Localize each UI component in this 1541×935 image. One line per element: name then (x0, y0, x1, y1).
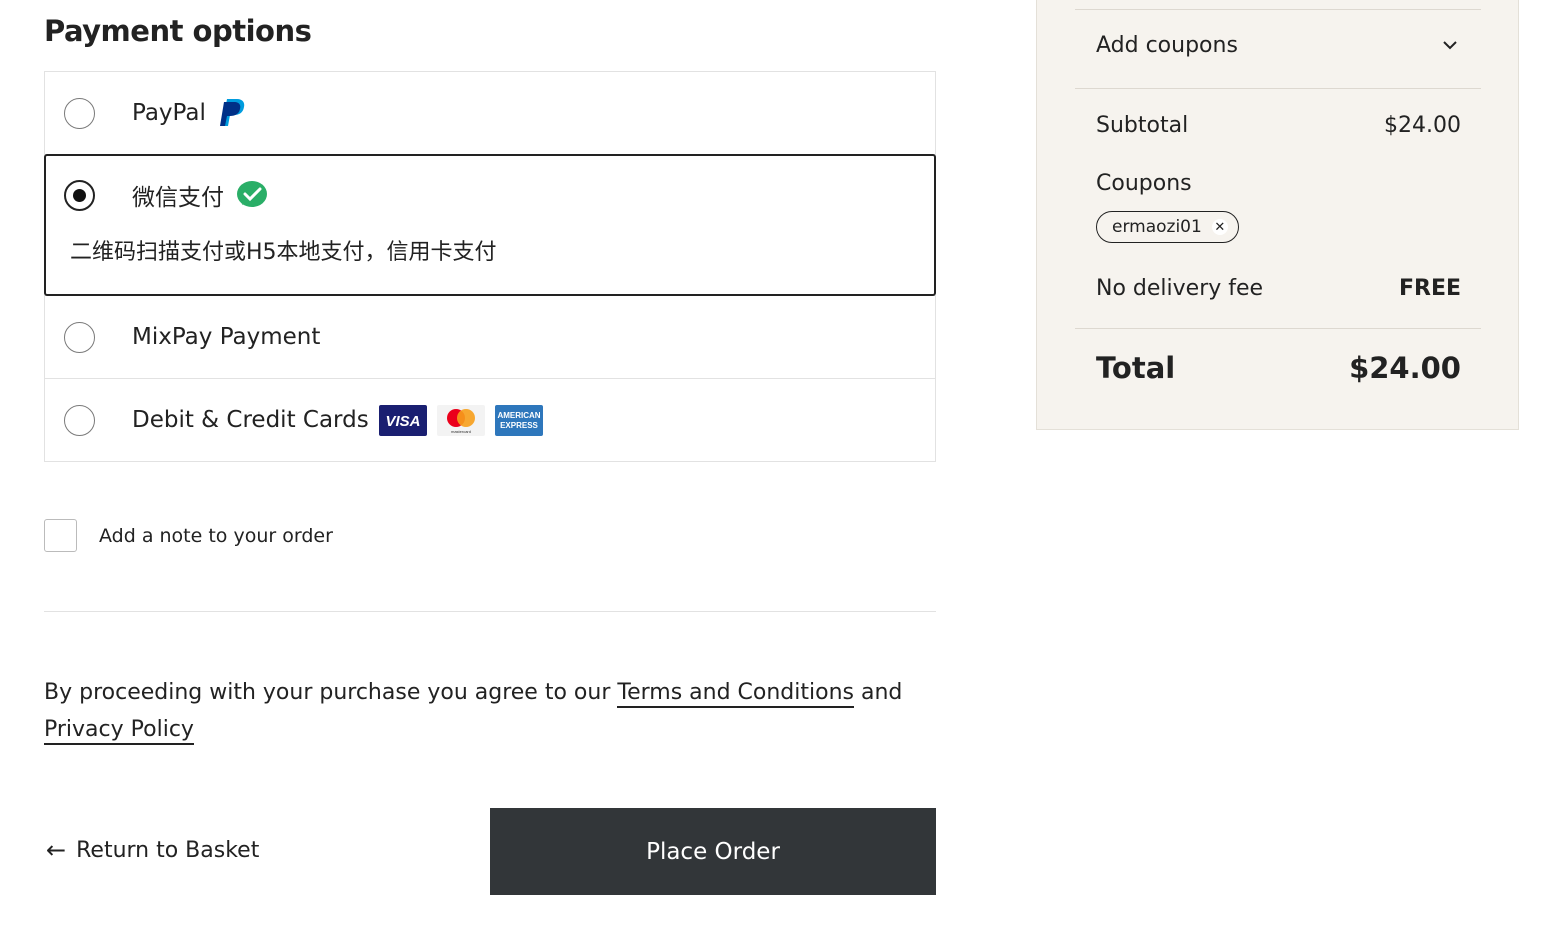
delivery-label: No delivery fee (1096, 276, 1264, 301)
visa-logo-icon: VISA (378, 404, 427, 436)
order-note-checkbox[interactable] (44, 519, 77, 552)
payment-option-label: Debit & Credit Cards VISA mastercard AME… (132, 404, 543, 436)
mastercard-logo-icon: mastercard (436, 404, 485, 436)
amex-logo-icon: AMERICAN EXPRESS (494, 404, 543, 436)
arrow-left-icon: ← (46, 836, 67, 864)
payment-option-mixpay[interactable]: MixPay Payment (44, 295, 936, 379)
amex-logo-text-top: AMERICAN (497, 411, 540, 420)
payment-option-label: 微信支付 (132, 178, 268, 212)
amex-logo-text-bottom: EXPRESS (500, 421, 538, 430)
wechat-pay-icon (237, 181, 267, 207)
payment-option-label: PayPal (132, 98, 246, 128)
terms-notice: By proceeding with your purchase you agr… (44, 674, 936, 748)
page-title: Payment options (44, 14, 312, 48)
coupon-code: ermaozi01 (1112, 217, 1202, 237)
delivery-value: FREE (1398, 276, 1461, 301)
summary-divider (1075, 88, 1481, 89)
summary-divider (1075, 328, 1481, 329)
coupons-row: Coupons (1096, 171, 1461, 196)
payment-option-paypal[interactable]: PayPal (44, 71, 936, 155)
visa-logo-text: VISA (385, 413, 420, 430)
return-label: Return to Basket (76, 837, 260, 863)
order-summary: Add coupons Subtotal $24.00 Coupons erma… (1036, 0, 1519, 430)
mastercard-logo-text: mastercard (451, 429, 471, 434)
subtotal-label: Subtotal (1096, 113, 1189, 138)
place-order-button[interactable]: Place Order (490, 808, 936, 895)
total-value: $24.00 (1349, 351, 1461, 385)
delivery-row: No delivery fee FREE (1096, 276, 1461, 301)
return-to-basket-link[interactable]: ← Return to Basket (46, 836, 259, 864)
paypal-label: PayPal (132, 100, 206, 126)
privacy-link[interactable]: Privacy Policy (44, 717, 194, 745)
summary-divider (1075, 9, 1481, 10)
wechat-radio[interactable] (64, 179, 95, 211)
add-coupons-toggle[interactable]: Add coupons (1096, 33, 1458, 58)
mixpay-label: MixPay Payment (132, 324, 321, 350)
coupon-chip: ermaozi01 ✕ (1096, 211, 1239, 243)
subtotal-value: $24.00 (1384, 113, 1461, 138)
chevron-down-icon (1442, 38, 1458, 54)
paypal-logo-icon (219, 99, 245, 126)
paypal-radio[interactable] (64, 97, 95, 129)
cards-label: Debit & Credit Cards (132, 407, 369, 433)
terms-link[interactable]: Terms and Conditions (617, 680, 854, 708)
order-note-toggle[interactable]: Add a note to your order (44, 519, 333, 552)
total-label: Total (1096, 351, 1176, 385)
wechat-label: 微信支付 (132, 185, 224, 211)
subtotal-row: Subtotal $24.00 (1096, 113, 1461, 138)
payment-option-wechat[interactable]: 微信支付 二维码扫描支付或H5本地支付，信用卡支付 (44, 154, 936, 296)
total-row: Total $24.00 (1096, 351, 1461, 385)
coupons-label: Coupons (1096, 171, 1192, 196)
payment-option-cards[interactable]: Debit & Credit Cards VISA mastercard AME… (44, 378, 936, 462)
remove-coupon-icon[interactable]: ✕ (1211, 219, 1228, 235)
wechat-description: 二维码扫描支付或H5本地支付，信用卡支付 (70, 240, 497, 265)
terms-prefix: By proceeding with your purchase you agr… (44, 680, 611, 705)
section-divider (44, 611, 936, 612)
terms-joiner: and (860, 680, 903, 705)
payment-options-list: PayPal 微信支付 二维码扫描支付或H5本地支付，信用卡支付 MixPay … (44, 71, 936, 462)
add-coupons-label: Add coupons (1096, 33, 1238, 58)
mixpay-radio[interactable] (64, 321, 95, 353)
order-note-label: Add a note to your order (99, 524, 333, 547)
cards-radio[interactable] (64, 404, 95, 436)
